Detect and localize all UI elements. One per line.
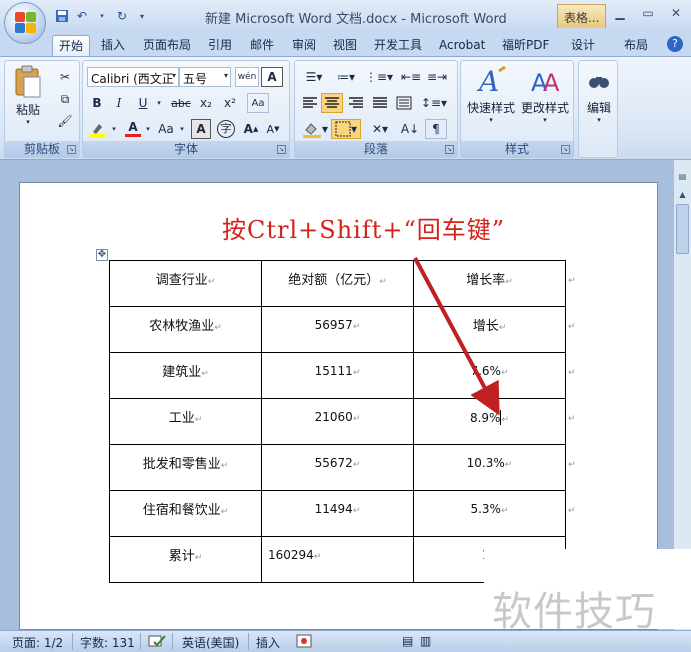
page-count[interactable]: 页面: 1/2: [12, 634, 63, 651]
word-count[interactable]: 字数: 131: [80, 634, 135, 651]
status-bar: 页面: 1/2 字数: 131 英语(美国) 插入 ▤ ▥: [0, 630, 691, 652]
watermark-text: 软件技巧: [492, 589, 656, 635]
view-full-screen-icon[interactable]: ▥: [420, 634, 431, 648]
view-print-layout-icon[interactable]: ▤: [402, 634, 413, 648]
office-button[interactable]: [4, 2, 46, 44]
insert-mode-status[interactable]: 插入: [256, 634, 280, 651]
watermark: 软件技巧: [484, 549, 691, 635]
office-logo-icon: [15, 12, 37, 34]
proofing-icon[interactable]: [148, 634, 166, 651]
macro-record-icon[interactable]: [296, 634, 312, 651]
language-status[interactable]: 英语(美国): [182, 634, 239, 651]
